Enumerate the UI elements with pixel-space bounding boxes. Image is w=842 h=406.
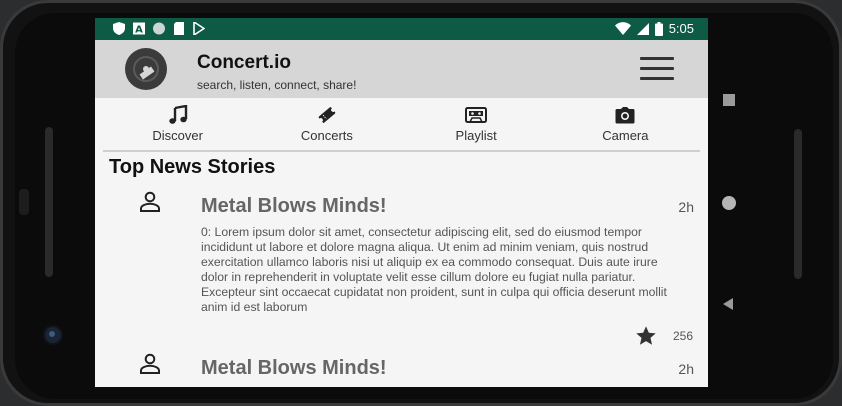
camera-icon: [615, 105, 635, 125]
app-bar: Concert.io search, listen, connect, shar…: [95, 40, 708, 98]
circle-icon: [153, 22, 165, 35]
menu-line-icon: [640, 67, 674, 70]
play-store-icon: [193, 22, 205, 35]
app-a-icon: A: [133, 22, 145, 35]
front-camera: [43, 325, 63, 345]
app-title: Concert.io: [197, 52, 291, 73]
person-icon: [139, 191, 161, 218]
hamburger-menu-button[interactable]: [640, 57, 674, 81]
news-story-card[interactable]: Metal Blows Minds! 2h 0: Lorem ipsum dol…: [95, 189, 708, 349]
status-bar: A 5:05: [95, 18, 708, 40]
ticket-icon: [317, 105, 337, 125]
tab-discover[interactable]: Discover: [103, 98, 252, 150]
side-slot: [19, 189, 29, 215]
shield-icon: [113, 22, 125, 35]
like-count: 256: [673, 329, 694, 343]
sd-card-icon: [174, 22, 184, 35]
music-note-icon: [168, 105, 188, 125]
story-title[interactable]: Metal Blows Minds!: [201, 195, 387, 218]
tab-label: Camera: [602, 128, 649, 143]
tab-label: Discover: [152, 128, 203, 143]
phone-frame: A 5:05 Concert.io search, listen, connec…: [0, 0, 842, 406]
recents-nav-button[interactable]: [723, 94, 735, 106]
menu-line-icon: [640, 77, 674, 80]
tab-bar: Discover Concerts Playlist Camera: [103, 98, 700, 152]
home-nav-button[interactable]: [722, 196, 736, 210]
status-icons-right: 5:05: [614, 21, 694, 36]
back-nav-button[interactable]: [723, 298, 733, 310]
story-title[interactable]: Metal Blows Minds!: [201, 357, 387, 380]
tab-concerts[interactable]: Concerts: [252, 98, 401, 150]
story-time: 2h: [678, 199, 694, 215]
tab-playlist[interactable]: Playlist: [402, 98, 551, 150]
signal-icon: [636, 23, 649, 35]
status-icons-left: A: [113, 22, 205, 35]
speaker-grille-left: [45, 127, 53, 277]
section-title: Top News Stories: [109, 156, 276, 178]
cassette-icon: [465, 105, 488, 125]
svg-text:A: A: [135, 25, 143, 36]
app-subtitle: search, listen, connect, share!: [197, 78, 357, 92]
app-screen: A 5:05 Concert.io search, listen, connec…: [95, 18, 708, 387]
news-story-card[interactable]: Metal Blows Minds! 2h: [95, 351, 708, 387]
tab-label: Concerts: [300, 128, 353, 143]
tab-label: Playlist: [455, 128, 497, 143]
status-time: 5:05: [668, 21, 694, 36]
wifi-icon: [614, 22, 631, 35]
tab-camera[interactable]: Camera: [551, 98, 700, 150]
speaker-grille-right: [794, 129, 802, 279]
star-icon[interactable]: [635, 325, 657, 352]
person-icon: [139, 353, 161, 380]
story-body: 0: Lorem ipsum dolor sit amet, consectet…: [201, 225, 667, 314]
battery-icon: [654, 21, 663, 36]
story-time: 2h: [678, 361, 694, 377]
menu-line-icon: [640, 57, 674, 60]
